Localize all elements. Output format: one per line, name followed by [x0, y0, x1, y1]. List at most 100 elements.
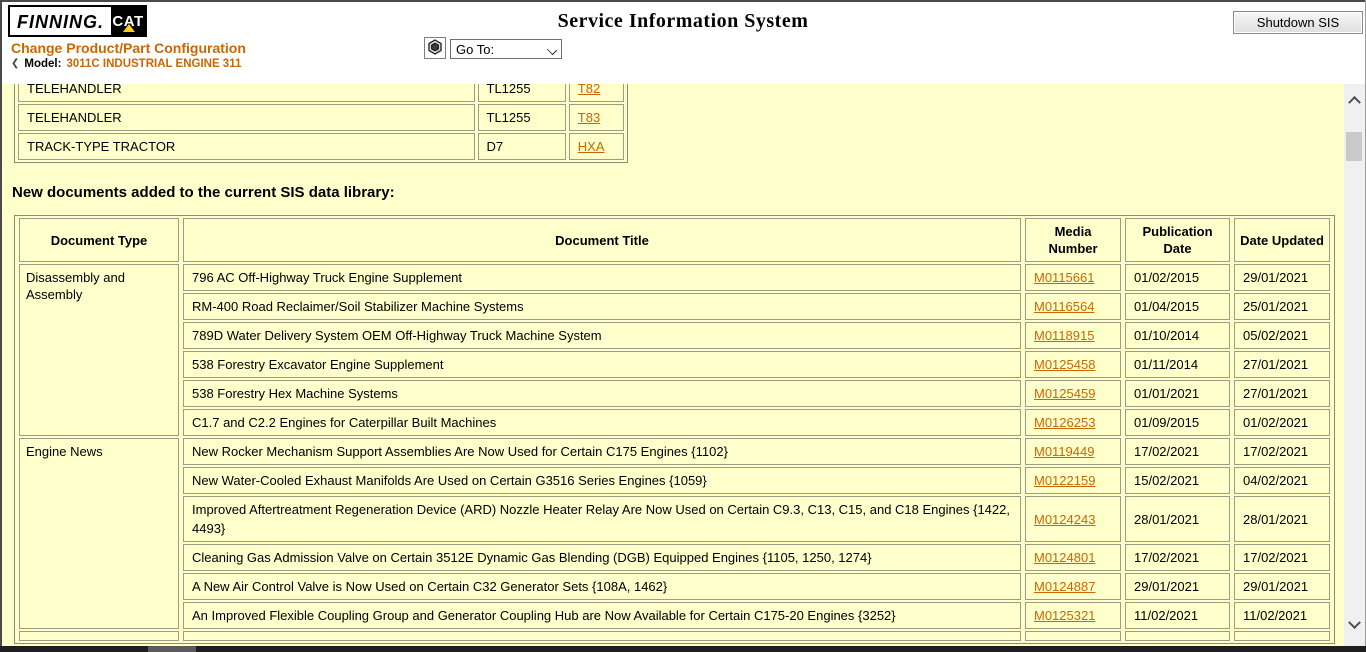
part-config-button[interactable] [424, 37, 446, 59]
horizontal-scrollbar[interactable] [0, 646, 1366, 652]
product-table-row: TRACK-TYPE TRACTORD7HXA [18, 133, 624, 160]
col-header-media-number: Media Number [1025, 218, 1121, 262]
vertical-scrollbar[interactable] [1344, 84, 1365, 646]
empty-cell [19, 631, 179, 641]
scroll-down-button[interactable] [1344, 612, 1365, 638]
goto-select-box: Go To: [450, 39, 562, 59]
document-row: Improved Aftertreatment Regeneration Dev… [19, 496, 1330, 542]
document-title-cell: 538 Forestry Excavator Engine Supplement [183, 351, 1021, 378]
document-title-cell: Improved Aftertreatment Regeneration Dev… [183, 496, 1021, 542]
document-row: A New Air Control Valve is Now Used on C… [19, 573, 1330, 600]
document-title-cell: New Water-Cooled Exhaust Manifolds Are U… [183, 467, 1021, 494]
product-name-cell: TELEHANDLER [18, 104, 475, 131]
document-title-cell: 789D Water Delivery System OEM Off-Highw… [183, 322, 1021, 349]
empty-cell [1125, 631, 1230, 641]
window-top-border [0, 0, 1366, 2]
date-updated-cell: 04/02/2021 [1234, 467, 1330, 494]
media-number-link[interactable]: M0124887 [1034, 579, 1095, 594]
prefix-cell: T82 [569, 84, 624, 102]
model-cell: TL1255 [478, 104, 566, 131]
media-number-link[interactable]: M0115661 [1034, 270, 1094, 285]
document-type-cell: Engine News [19, 438, 179, 629]
horizontal-scrollbar-thumb[interactable] [148, 646, 196, 652]
document-title-cell: New Rocker Mechanism Support Assemblies … [183, 438, 1021, 465]
model-cell: TL1255 [478, 84, 566, 102]
media-number-cell: M0116564 [1025, 293, 1121, 320]
product-table-row: TELEHANDLERTL1255T82 [18, 84, 624, 102]
prefix-link[interactable]: HXA [578, 139, 605, 154]
change-product-heading: Change Product/Part Configuration [11, 40, 246, 56]
document-row: 538 Forestry Hex Machine SystemsM0125459… [19, 380, 1330, 407]
document-type-cell: Disassembly and Assembly [19, 264, 179, 436]
prefix-link[interactable]: T83 [578, 110, 600, 125]
prefix-cell: T83 [569, 104, 624, 131]
document-title-cell: 796 AC Off-Highway Truck Engine Suppleme… [183, 264, 1021, 291]
goto-controls: Go To: [424, 37, 562, 59]
page-title: Service Information System [2, 10, 1364, 33]
media-number-link[interactable]: M0125458 [1034, 357, 1095, 372]
document-row: An Improved Flexible Coupling Group and … [19, 602, 1330, 629]
sis-window: FINNING. CAT Service Information System … [0, 0, 1366, 652]
publication-date-cell: 28/01/2021 [1125, 496, 1230, 542]
media-number-cell: M0115661 [1025, 264, 1121, 291]
media-number-link[interactable]: M0122159 [1034, 473, 1095, 488]
media-number-cell: M0126253 [1025, 409, 1121, 436]
shutdown-sis-button[interactable]: Shutdown SIS [1233, 11, 1363, 34]
media-number-cell: M0119449 [1025, 438, 1121, 465]
publication-date-cell: 11/02/2021 [1125, 602, 1230, 629]
model-value-link[interactable]: 3011C INDUSTRIAL ENGINE 311 [66, 58, 241, 70]
publication-date-cell: 01/04/2015 [1125, 293, 1230, 320]
model-label: Model: [24, 58, 61, 70]
document-row: Cleaning Gas Admission Valve on Certain … [19, 544, 1330, 571]
media-number-link[interactable]: M0125321 [1034, 608, 1095, 623]
document-row: Disassembly and Assembly796 AC Off-Highw… [19, 264, 1330, 291]
publication-date-cell: 15/02/2021 [1125, 467, 1230, 494]
publication-date-cell: 01/01/2021 [1125, 380, 1230, 407]
documents-table: Document Type Document Title Media Numbe… [14, 215, 1335, 644]
chevron-down-icon [1348, 616, 1361, 629]
media-number-link[interactable]: M0119449 [1034, 444, 1094, 459]
date-updated-cell: 01/02/2021 [1234, 409, 1330, 436]
vertical-scrollbar-thumb[interactable] [1346, 132, 1362, 161]
date-updated-cell: 17/02/2021 [1234, 438, 1330, 465]
media-number-link[interactable]: M0124801 [1034, 550, 1095, 565]
prefix-cell: HXA [569, 133, 624, 160]
media-number-cell: M0125321 [1025, 602, 1121, 629]
product-table-row: TELEHANDLERTL1255 T83 [18, 104, 624, 131]
media-number-link[interactable]: M0118915 [1034, 328, 1094, 343]
empty-cell [183, 631, 1021, 641]
document-title-cell: An Improved Flexible Coupling Group and … [183, 602, 1021, 629]
media-number-link[interactable]: M0126253 [1034, 415, 1095, 430]
media-number-cell: M0124801 [1025, 544, 1121, 571]
date-updated-cell: 27/01/2021 [1234, 380, 1330, 407]
empty-cell [1234, 631, 1330, 641]
date-updated-cell: 28/01/2021 [1234, 496, 1330, 542]
media-number-link[interactable]: M0125459 [1034, 386, 1095, 401]
date-updated-cell: 17/02/2021 [1234, 544, 1330, 571]
product-table: TELEHANDLERTL1255 T82 TELEHANDLERTL1255 T83… [14, 84, 628, 163]
document-title-cell: A New Air Control Valve is Now Used on C… [183, 573, 1021, 600]
document-title-cell: RM-400 Road Reclaimer/Soil Stabilizer Ma… [183, 293, 1021, 320]
document-row: 789D Water Delivery System OEM Off-Highw… [19, 322, 1330, 349]
table-header-row: Document Type Document Title Media Numbe… [19, 218, 1330, 262]
window-left-border [0, 0, 2, 652]
chevron-left-icon[interactable]: ❮ [11, 59, 19, 69]
media-number-link[interactable]: M0124243 [1034, 512, 1095, 527]
document-title-cell: C1.7 and C2.2 Engines for Caterpillar Bu… [183, 409, 1021, 436]
document-row-partial [19, 631, 1330, 641]
publication-date-cell: 17/02/2021 [1125, 438, 1230, 465]
content-area: TELEHANDLERTL1255 T82 TELEHANDLERTL1255 T83… [2, 84, 1344, 646]
publication-date-cell: 01/02/2015 [1125, 264, 1230, 291]
media-number-cell: M0118915 [1025, 322, 1121, 349]
publication-date-cell: 29/01/2021 [1125, 573, 1230, 600]
chevron-up-icon [1348, 95, 1361, 108]
date-updated-cell: 27/01/2021 [1234, 351, 1330, 378]
col-header-document-title: Document Title [183, 218, 1021, 262]
prefix-link[interactable]: T82 [578, 84, 600, 96]
goto-select[interactable]: Go To: [450, 39, 562, 59]
date-updated-cell: 11/02/2021 [1234, 602, 1330, 629]
media-number-link[interactable]: M0116564 [1034, 299, 1094, 314]
col-header-publication-date: Publication Date [1125, 218, 1230, 262]
scroll-up-button[interactable] [1344, 86, 1365, 112]
publication-date-cell: 01/09/2015 [1125, 409, 1230, 436]
